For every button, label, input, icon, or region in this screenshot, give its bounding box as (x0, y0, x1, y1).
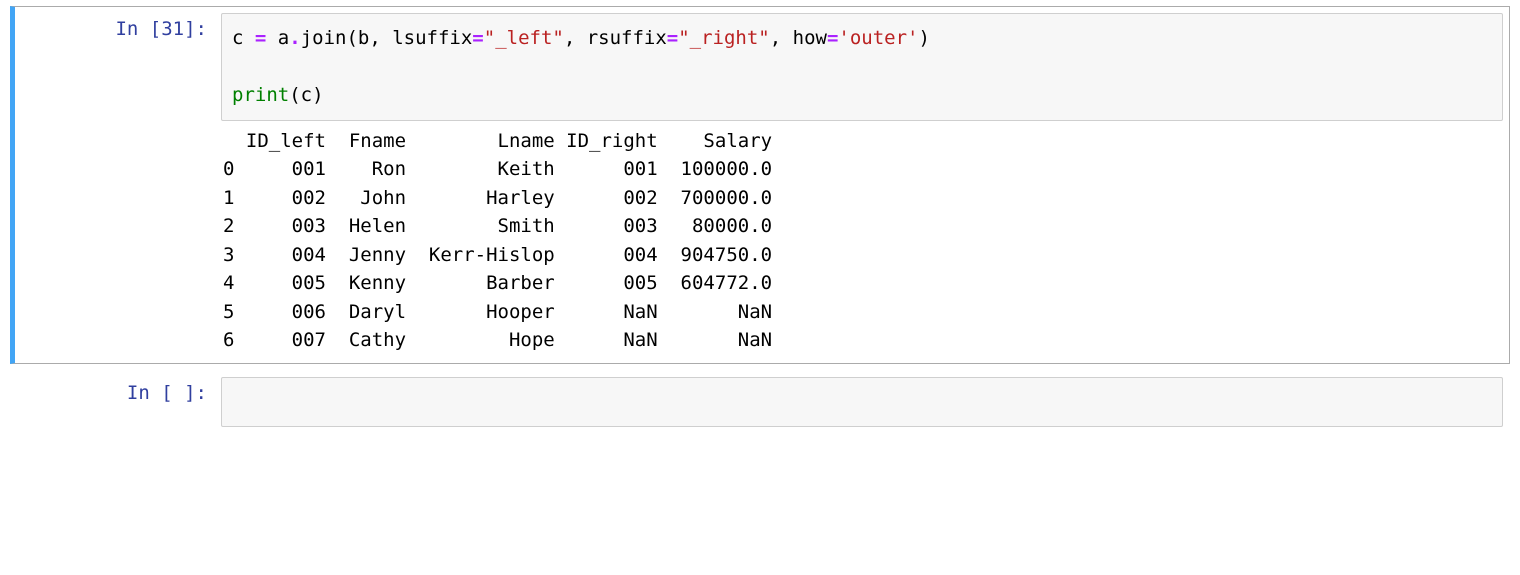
cell-content: c = a.join(b, lsuffix="_left", rsuffix="… (215, 7, 1509, 363)
cell-prompt: In [ ]: (15, 371, 215, 434)
cell-content (215, 371, 1509, 434)
cell-output: ID_left Fname Lname ID_right Salary 0 00… (221, 121, 1503, 357)
cell-prompt: In [31]: (15, 7, 215, 363)
code-cell[interactable]: In [31]: c = a.join(b, lsuffix="_left", … (10, 6, 1510, 364)
code-input[interactable] (221, 377, 1503, 428)
code-input[interactable]: c = a.join(b, lsuffix="_left", rsuffix="… (221, 13, 1503, 121)
code-cell[interactable]: In [ ]: (10, 370, 1510, 435)
